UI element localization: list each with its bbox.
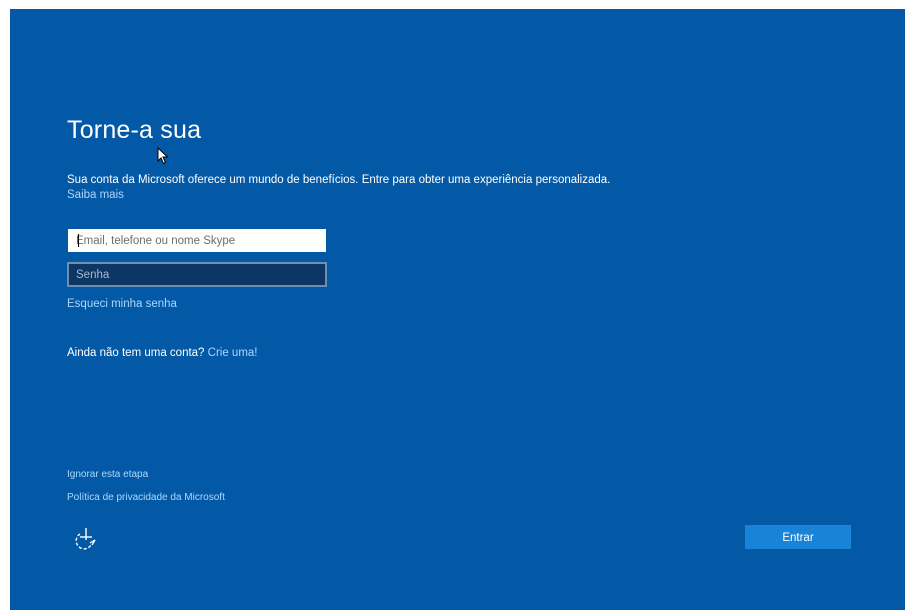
forgot-password-link[interactable]: Esqueci minha senha xyxy=(67,298,177,310)
no-account-prompt: Ainda não tem uma conta? Crie uma! xyxy=(67,347,258,359)
password-field[interactable] xyxy=(67,262,327,287)
description-text: Sua conta da Microsoft oferece um mundo … xyxy=(67,174,611,186)
learn-more-link[interactable]: Saiba mais xyxy=(67,189,124,201)
page-title: Torne-a sua xyxy=(67,116,202,144)
enter-button[interactable]: Entrar xyxy=(745,525,851,549)
create-account-link[interactable]: Crie uma! xyxy=(208,347,258,359)
email-input[interactable] xyxy=(69,230,325,251)
setup-screen: Torne-a sua Sua conta da Microsoft ofere… xyxy=(10,9,905,610)
ease-of-access-icon[interactable] xyxy=(71,525,101,551)
email-field[interactable] xyxy=(68,229,326,252)
password-input[interactable] xyxy=(69,264,325,285)
mouse-pointer-icon xyxy=(157,147,169,165)
privacy-policy-link[interactable]: Política de privacidade da Microsoft xyxy=(67,492,225,503)
no-account-text: Ainda não tem uma conta? xyxy=(67,347,205,359)
skip-step-link[interactable]: Ignorar esta etapa xyxy=(67,469,148,480)
text-caret xyxy=(78,234,79,247)
page-description: Sua conta da Microsoft oferece um mundo … xyxy=(67,173,627,203)
